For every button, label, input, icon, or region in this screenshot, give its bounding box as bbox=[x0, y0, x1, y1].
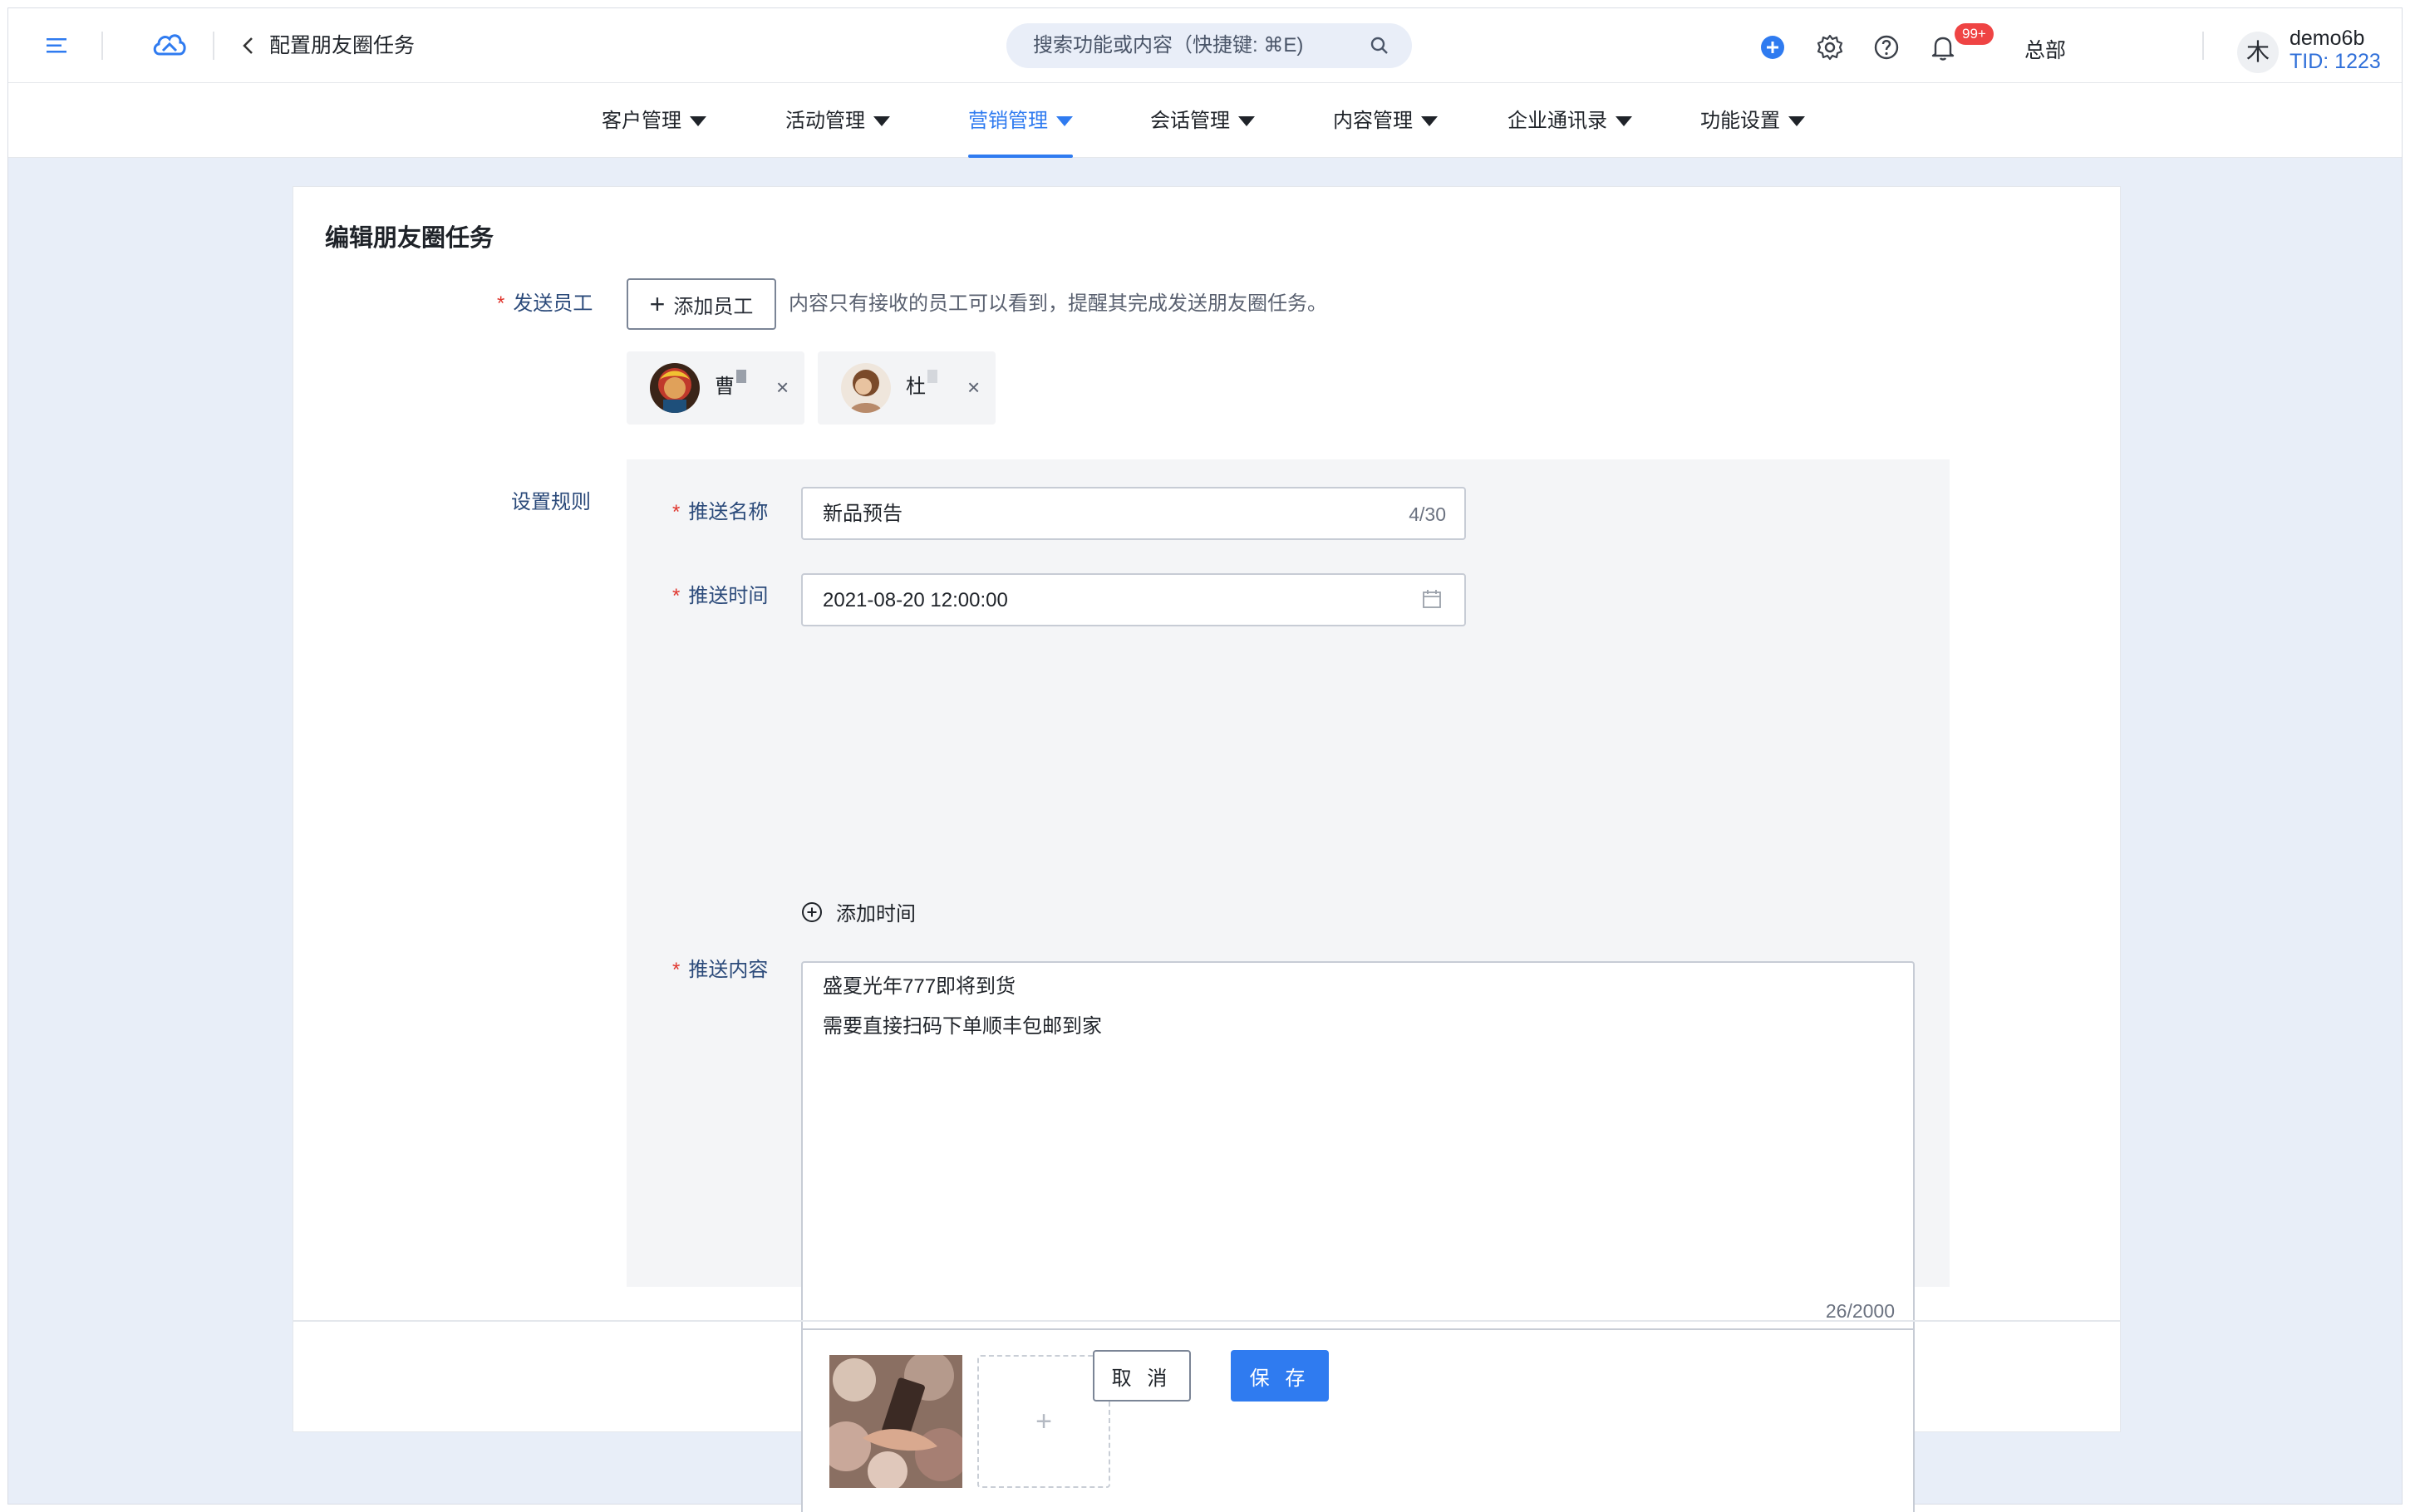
label-text: 推送时间 bbox=[688, 585, 769, 607]
bell-icon[interactable] bbox=[1930, 33, 1956, 61]
caret-down-icon bbox=[1421, 116, 1438, 126]
search-placeholder: 搜索功能或内容（快捷键: ⌘E) bbox=[1033, 34, 1304, 56]
add-circle-outline-icon bbox=[802, 901, 822, 922]
button-label: 添加员工 bbox=[673, 295, 754, 318]
help-icon[interactable] bbox=[1873, 34, 1900, 61]
nav-marketing-management[interactable]: 营销管理 bbox=[968, 108, 1073, 135]
push-time-picker[interactable]: 2021-08-20 12:00:00 bbox=[801, 573, 1466, 626]
upload-image-button[interactable]: + bbox=[977, 1355, 1110, 1488]
uploaded-image-thumbnail[interactable] bbox=[829, 1355, 962, 1488]
staff-avatar bbox=[841, 363, 891, 413]
nav-label: 企业通讯录 bbox=[1507, 110, 1607, 132]
nav-label: 活动管理 bbox=[785, 110, 865, 132]
send-staff-label: * 发送员工 bbox=[497, 292, 593, 317]
main-nav: 客户管理 活动管理 营销管理 会话管理 内容管理 企业通讯录 功能设置 bbox=[8, 83, 2402, 158]
app-window: 配置朋友圈任务 搜索功能或内容（快捷键: ⌘E) 99+ 总部 木 demo6b… bbox=[7, 7, 2403, 1512]
footer-divider bbox=[293, 1320, 2120, 1322]
required-mark: * bbox=[672, 585, 681, 607]
staff-name: 杜 bbox=[906, 376, 926, 398]
remove-staff-icon[interactable]: × bbox=[967, 375, 980, 400]
caret-down-icon bbox=[690, 116, 706, 126]
push-name-input[interactable]: 新品预告 4/30 bbox=[801, 487, 1466, 540]
remove-staff-icon[interactable]: × bbox=[776, 375, 789, 400]
staff-chip: 杜 × bbox=[818, 351, 996, 425]
redaction-mark bbox=[736, 370, 746, 383]
nav-feature-settings[interactable]: 功能设置 bbox=[1700, 108, 1805, 135]
content-line: 盛夏光年777即将到货 bbox=[823, 975, 1016, 998]
nav-active-indicator bbox=[968, 155, 1073, 158]
nav-label: 内容管理 bbox=[1333, 110, 1413, 132]
calendar-icon[interactable] bbox=[1421, 588, 1443, 610]
top-bar: 配置朋友圈任务 搜索功能或内容（快捷键: ⌘E) 99+ 总部 木 demo6b… bbox=[8, 8, 2402, 83]
push-time-label: * 推送时间 bbox=[672, 584, 768, 609]
rules-label: 设置规则 bbox=[511, 491, 591, 513]
nav-customer-management[interactable]: 客户管理 bbox=[602, 108, 706, 135]
caret-down-icon bbox=[1238, 116, 1255, 126]
staff-avatar bbox=[650, 363, 700, 413]
org-selector[interactable]: 总部 bbox=[2024, 38, 2066, 63]
notification-badge: 99+ bbox=[1955, 23, 1994, 45]
page-title: 配置朋友圈任务 bbox=[269, 34, 416, 57]
add-time-label: 添加时间 bbox=[836, 903, 916, 925]
user-tid: TID: 1223 bbox=[2290, 50, 2381, 73]
divider bbox=[2202, 32, 2204, 60]
label-text: 推送内容 bbox=[688, 959, 769, 981]
caret-down-icon bbox=[873, 116, 890, 126]
staff-hint: 内容只有接收的员工可以看到，提醒其完成发送朋友圈任务。 bbox=[789, 292, 1327, 315]
content-line: 需要直接扫码下单顺丰包邮到家 bbox=[823, 1015, 1102, 1038]
push-name-value: 新品预告 bbox=[823, 503, 903, 525]
nav-label: 功能设置 bbox=[1700, 110, 1780, 132]
nav-label: 会话管理 bbox=[1150, 110, 1230, 132]
caret-down-icon bbox=[1056, 116, 1073, 126]
add-time-button[interactable]: 添加时间 bbox=[801, 897, 916, 926]
divider bbox=[101, 32, 103, 60]
plus-icon: + bbox=[649, 289, 666, 319]
nav-activity-management[interactable]: 活动管理 bbox=[785, 108, 890, 135]
nav-label: 营销管理 bbox=[968, 110, 1048, 132]
push-time-value: 2021-08-20 12:00:00 bbox=[823, 589, 1008, 611]
push-content-editor[interactable]: 盛夏光年777即将到货 需要直接扫码下单顺丰包邮到家 26/2000 + bbox=[801, 961, 1915, 1512]
rules-panel: * 推送名称 新品预告 4/30 * 推送时间 2021-08-20 12:00:0… bbox=[627, 459, 1950, 1512]
gear-icon[interactable] bbox=[1816, 33, 1844, 61]
nav-content-management[interactable]: 内容管理 bbox=[1333, 108, 1438, 135]
caret-down-icon bbox=[1616, 116, 1632, 126]
nav-label: 客户管理 bbox=[602, 110, 681, 132]
divider bbox=[803, 1328, 1913, 1330]
avatar[interactable]: 木 bbox=[2237, 32, 2279, 73]
label-text: 发送员工 bbox=[513, 292, 593, 315]
redaction-mark bbox=[927, 370, 937, 383]
nav-conversation-management[interactable]: 会话管理 bbox=[1150, 108, 1255, 135]
cloud-logo-icon[interactable] bbox=[151, 29, 188, 61]
card-title: 编辑朋友圈任务 bbox=[325, 225, 494, 252]
staff-chip: 曹 × bbox=[627, 351, 804, 425]
required-mark: * bbox=[672, 959, 681, 981]
edit-task-card: 编辑朋友圈任务 * 发送员工 + 添加员工 内容只有接收的员工可以看到，提醒其完成… bbox=[293, 186, 2121, 1512]
search-bar[interactable]: 搜索功能或内容（快捷键: ⌘E) bbox=[1006, 23, 1412, 68]
nav-enterprise-directory[interactable]: 企业通讯录 bbox=[1507, 108, 1632, 135]
required-mark: * bbox=[672, 501, 681, 523]
save-button[interactable]: 保 存 bbox=[1231, 1350, 1329, 1402]
label-text: 推送名称 bbox=[688, 501, 769, 523]
user-name: demo6b bbox=[2290, 27, 2365, 50]
cancel-button[interactable]: 取 消 bbox=[1093, 1350, 1191, 1402]
push-content-label: * 推送内容 bbox=[672, 958, 768, 983]
push-name-count: 4/30 bbox=[1409, 503, 1446, 525]
add-staff-button[interactable]: + 添加员工 bbox=[627, 278, 776, 330]
staff-name: 曹 bbox=[715, 376, 735, 398]
menu-icon[interactable] bbox=[45, 36, 70, 56]
back-arrow-icon[interactable] bbox=[238, 33, 259, 58]
required-mark: * bbox=[497, 292, 505, 315]
push-name-label: * 推送名称 bbox=[672, 500, 768, 525]
add-circle-icon[interactable] bbox=[1760, 35, 1785, 60]
caret-down-icon bbox=[1788, 116, 1805, 126]
search-icon[interactable] bbox=[1369, 35, 1390, 56]
divider bbox=[213, 32, 214, 60]
